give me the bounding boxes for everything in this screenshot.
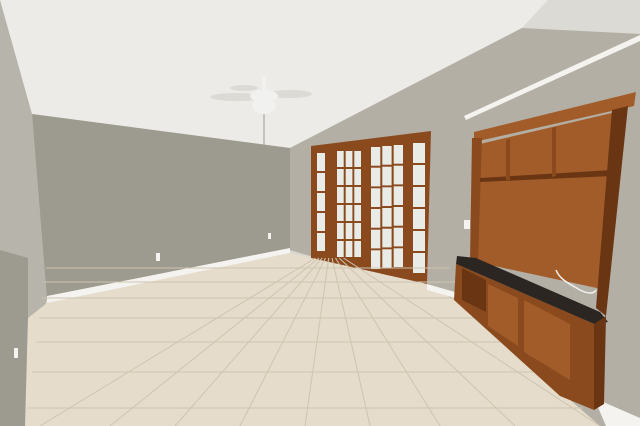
door-pane-right <box>393 227 403 247</box>
cabinet-cubby-divider-1 <box>506 139 510 180</box>
door-pane-right <box>393 207 403 226</box>
left-wall-outlet <box>14 348 18 358</box>
sidelight-pane-right <box>413 187 425 207</box>
door-pane-left <box>345 241 353 257</box>
door-pane-right <box>393 186 403 205</box>
door-pane-right <box>371 209 381 228</box>
room-photo <box>0 0 640 426</box>
door-pane-right <box>382 228 392 248</box>
door-pane-right <box>382 249 392 268</box>
sidelight-pane-right <box>413 143 425 163</box>
sidelight-pane-left <box>317 173 325 191</box>
door-pane-left <box>354 241 361 257</box>
sidelight-pane-right <box>413 231 425 251</box>
door-pane-right <box>382 166 392 186</box>
corner-outlet <box>268 233 271 239</box>
door-pane-left <box>337 223 344 239</box>
door-pane-left <box>354 187 361 203</box>
door-pane-left <box>337 151 344 167</box>
sidelight-pane-left <box>317 213 325 231</box>
sidelight-pane-left <box>317 233 325 251</box>
fan-downrod <box>262 76 266 92</box>
door-pane-right <box>393 248 403 267</box>
back-wall-outlet <box>156 253 160 261</box>
door-pane-left <box>337 187 344 203</box>
sidelight-pane-left <box>317 153 325 171</box>
door-pane-left <box>354 223 361 239</box>
door-pane-right <box>371 188 381 207</box>
door-pane-left <box>354 205 361 221</box>
door-pane-left <box>354 151 361 167</box>
door-pane-right <box>393 145 403 164</box>
door-pane-left <box>337 241 344 257</box>
left-wall-ledge <box>0 250 28 426</box>
fan-light-globe <box>252 98 276 114</box>
sidelight-pane-right <box>413 209 425 229</box>
door-pane-left <box>337 205 344 221</box>
fan-blade-back <box>230 85 258 91</box>
sidelight-pane-right <box>413 165 425 185</box>
door-pane-right <box>382 208 392 227</box>
cabinet-cubby-divider-2 <box>552 127 556 177</box>
door-pane-left <box>345 187 353 203</box>
door-pane-right <box>371 147 381 166</box>
light-switch <box>464 220 470 229</box>
door-pane-left <box>345 205 353 221</box>
door-pane-right <box>393 165 403 185</box>
door-pane-right <box>371 167 381 187</box>
door-pane-right <box>382 187 392 206</box>
sidelight-pane-left <box>317 193 325 211</box>
door-pane-right <box>371 229 381 249</box>
door-pane-left <box>345 223 353 239</box>
sidelight-pane-right <box>413 253 425 273</box>
door-pane-left <box>345 151 353 167</box>
door-pane-left <box>337 169 344 185</box>
door-pane-left <box>354 169 361 185</box>
door-pane-right <box>382 146 392 165</box>
door-pane-left <box>345 169 353 185</box>
door-pane-right <box>371 250 381 269</box>
